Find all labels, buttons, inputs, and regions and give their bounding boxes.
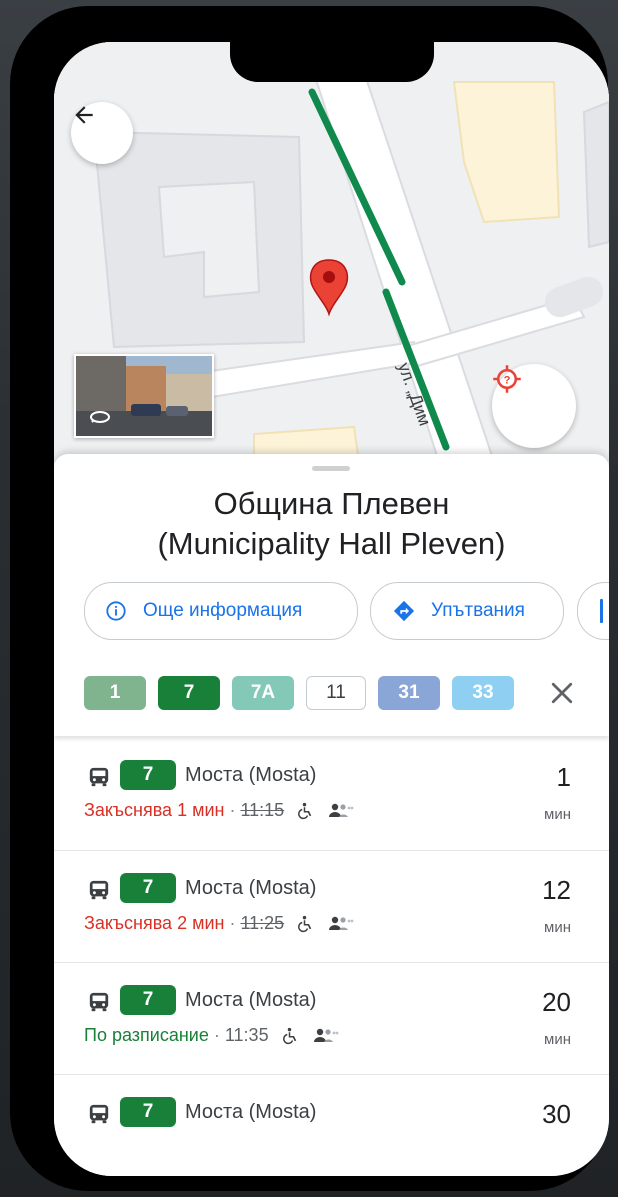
- more-info-button[interactable]: Още информация: [84, 582, 358, 640]
- status-text: Закъснява 1 мин: [84, 800, 225, 820]
- back-button[interactable]: [71, 102, 133, 164]
- my-location-button[interactable]: ?: [492, 364, 576, 448]
- minutes-until: 1: [556, 762, 571, 792]
- departure-row[interactable]: 7 Моста (Mosta) По разписание · 11:35 20…: [54, 962, 609, 1075]
- 360-rotate-icon: [90, 411, 110, 423]
- minutes-until: 20: [542, 987, 571, 1017]
- minutes-unit: мин: [544, 919, 571, 936]
- destination: Моста (Mosta): [185, 1101, 317, 1123]
- arrow-left-icon: [75, 106, 93, 124]
- more-actions-chip[interactable]: [577, 582, 609, 640]
- departure-status: Закъснява 2 мин · 11:25: [84, 909, 354, 937]
- bus-icon: [89, 1104, 109, 1124]
- route-badge: 7: [120, 985, 176, 1015]
- wheelchair-icon: [298, 803, 312, 820]
- wheelchair-icon: [282, 1028, 296, 1045]
- route-chip-31[interactable]: 31: [378, 676, 440, 710]
- crowding-icon: [313, 1029, 339, 1043]
- route-chip-1[interactable]: 1: [84, 676, 146, 710]
- crowding-icon: [329, 804, 354, 818]
- location-target-icon: ?: [493, 365, 521, 393]
- divider: [54, 728, 609, 736]
- destination: Моста (Mosta): [185, 877, 317, 899]
- bus-icon: [89, 992, 109, 1012]
- crowding-icon: [329, 917, 354, 931]
- route-badge: 7: [120, 873, 176, 903]
- status-text: Закъснява 2 мин: [84, 913, 225, 933]
- phone-notch: [230, 42, 434, 82]
- drag-handle[interactable]: [312, 466, 350, 471]
- phone-frame: ул. „Дим ? Община Плевен (Municipality H…: [10, 6, 609, 1191]
- route-chip-7[interactable]: 7: [158, 676, 220, 710]
- svg-text:?: ?: [504, 374, 511, 386]
- route-chip-7a[interactable]: 7A: [232, 676, 294, 710]
- separator: ·: [213, 1025, 220, 1045]
- directions-label: Упътвания: [431, 600, 525, 621]
- place-sheet: Община Плевен (Municipality Hall Pleven)…: [54, 454, 609, 1176]
- screen: ул. „Дим ? Община Плевен (Municipality H…: [54, 42, 609, 1176]
- route-filter-row: 1 7 7A 11 31 33: [54, 676, 609, 712]
- bus-icon: [89, 767, 109, 787]
- map[interactable]: ул. „Дим ?: [54, 42, 609, 462]
- close-icon[interactable]: [547, 678, 577, 708]
- more-info-label: Още информация: [143, 600, 303, 621]
- info-icon: [106, 601, 126, 621]
- street-view-thumbnail[interactable]: [74, 354, 214, 438]
- departure-status: Закъснява 1 мин · 11:15: [84, 796, 354, 824]
- scheduled-time: 11:35: [224, 1025, 269, 1045]
- place-title: Община Плевен (Municipality Hall Pleven): [54, 484, 609, 564]
- scheduled-time: 11:15: [240, 800, 285, 820]
- route-badge: 7: [120, 760, 176, 790]
- chip-icon-partial: [600, 599, 603, 623]
- destination: Моста (Mosta): [185, 989, 317, 1011]
- destination: Моста (Mosta): [185, 764, 317, 786]
- place-title-line1: Община Плевен: [213, 486, 450, 521]
- scheduled-time: 11:25: [240, 913, 285, 933]
- separator: ·: [229, 913, 236, 933]
- departure-row[interactable]: 7 Моста (Mosta) Закъснява 2 мин · 11:25 …: [54, 850, 609, 963]
- bus-icon: [89, 880, 109, 900]
- route-badge: 7: [120, 1097, 176, 1127]
- route-chip-33[interactable]: 33: [452, 676, 514, 710]
- directions-icon: [393, 600, 415, 622]
- route-chip-11[interactable]: 11: [306, 676, 366, 710]
- separator: ·: [229, 800, 236, 820]
- minutes-unit: мин: [544, 806, 571, 823]
- wheelchair-icon: [298, 916, 312, 933]
- departure-status: По разписание · 11:35: [84, 1021, 339, 1049]
- place-title-line2: (Municipality Hall Pleven): [157, 526, 506, 561]
- departure-row[interactable]: 7 Моста (Mosta) 30: [54, 1074, 609, 1176]
- directions-button[interactable]: Упътвания: [370, 582, 564, 640]
- departure-row[interactable]: 7 Моста (Mosta) Закъснява 1 мин · 11:15 …: [54, 738, 609, 850]
- status-text: По разписание: [84, 1025, 209, 1045]
- minutes-until: 12: [542, 875, 571, 905]
- minutes-unit: мин: [544, 1031, 571, 1048]
- minutes-until: 30: [542, 1099, 571, 1129]
